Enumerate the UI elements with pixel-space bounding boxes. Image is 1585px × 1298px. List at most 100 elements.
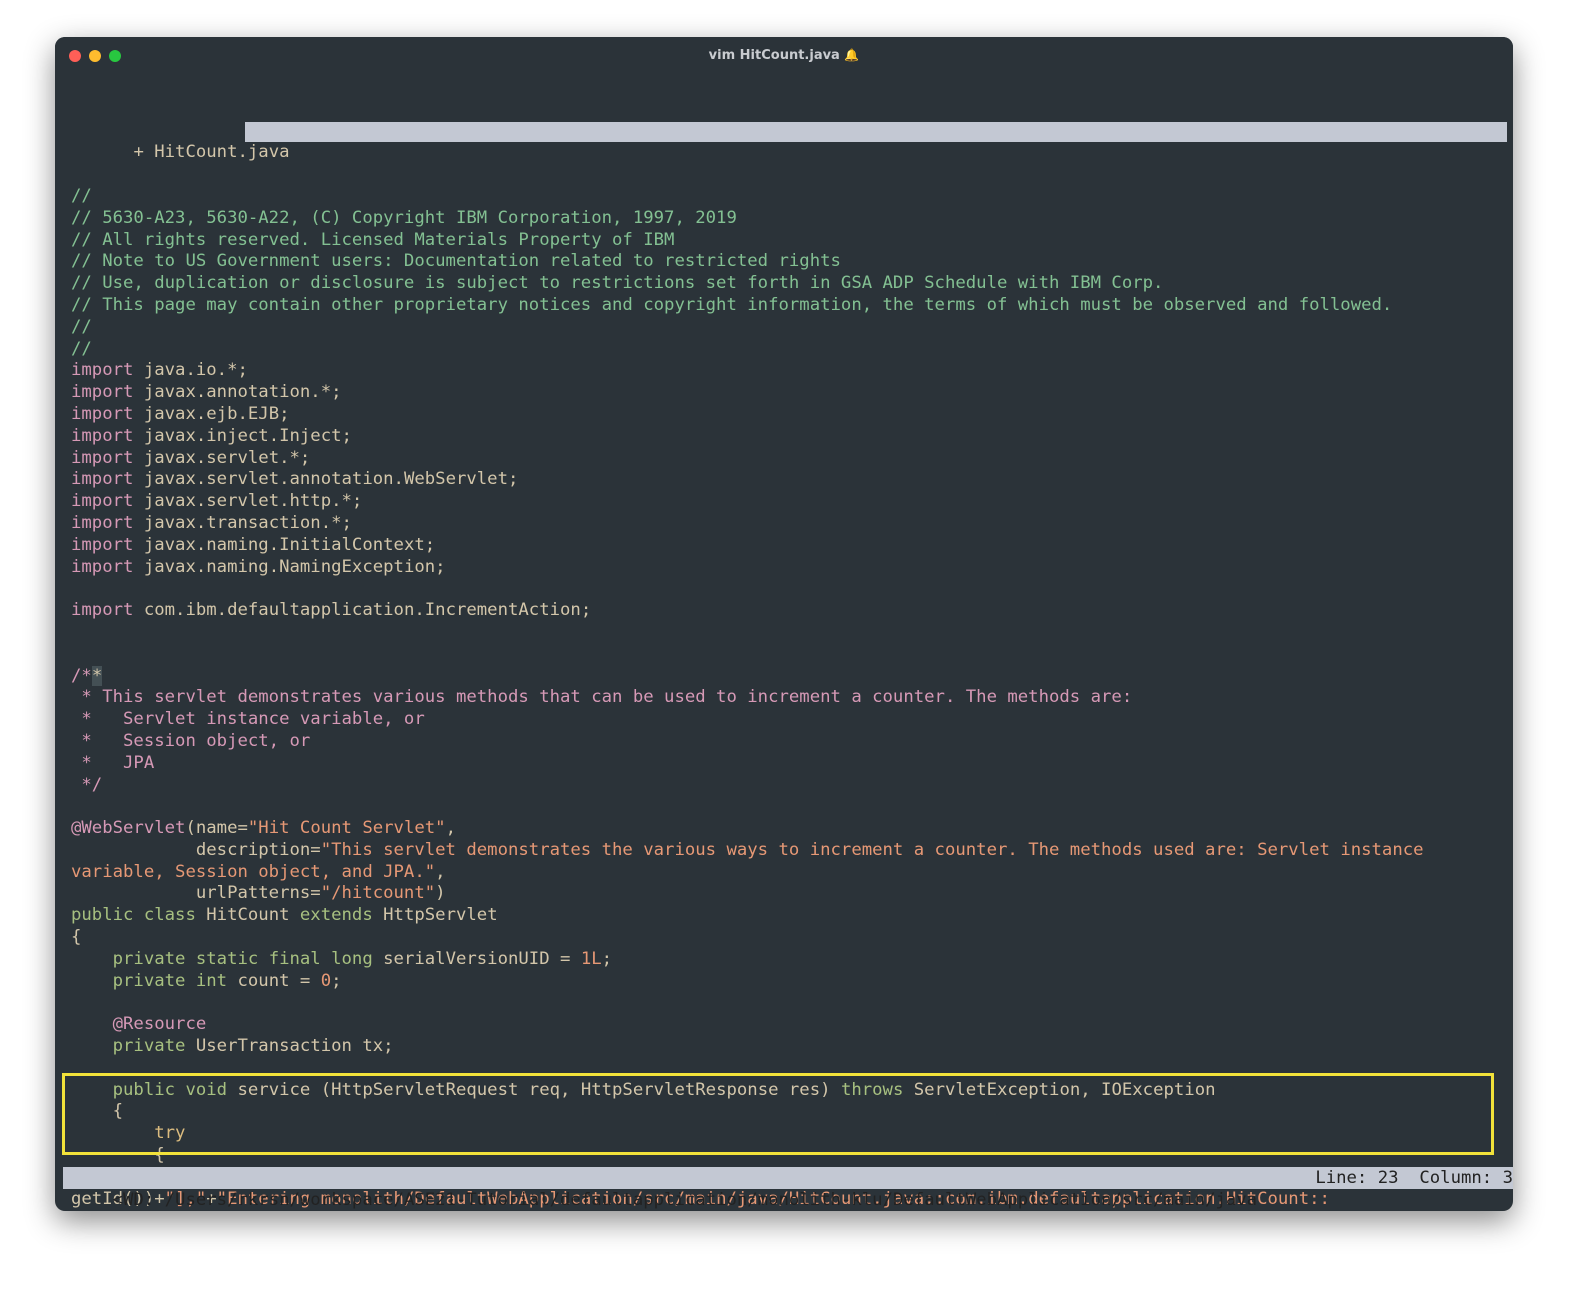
code-token: private <box>112 1036 186 1057</box>
code-token: "/hitcount" <box>320 883 436 904</box>
code-line: import javax.servlet.*; <box>71 448 1507 470</box>
terminal-window: vim HitCount.java 🔔 + HitCount.java ////… <box>55 37 1513 1211</box>
code-line: @Resource <box>71 1014 1507 1036</box>
code-token: , <box>445 818 456 839</box>
code-token: private static final long <box>112 948 373 969</box>
vim-editor[interactable]: + HitCount.java //// 5630-A23, 5630-A22,… <box>71 77 1507 1211</box>
code-token: (name= <box>185 818 248 839</box>
code-token: extends <box>299 905 373 926</box>
code-line: */ <box>71 775 1507 797</box>
code-token: javax.ejb.EJB; <box>133 403 290 424</box>
code-token: * Session object, or <box>71 730 311 751</box>
code-token: // All rights reserved. Licensed Materia… <box>71 229 675 250</box>
code-token: ; <box>331 970 342 991</box>
code-line: // Note to US Government users: Document… <box>71 251 1507 273</box>
code-token: import <box>71 534 134 555</box>
code-line: import javax.servlet.annotation.WebServl… <box>71 469 1507 491</box>
code-token: description= <box>71 839 321 860</box>
code-token: */ <box>71 774 103 795</box>
status-line: <WD: /Users/rkrsn/workspace/ASE21-Tutori… <box>63 1167 1513 1210</box>
code-line: import javax.inject.Inject; <box>71 426 1507 448</box>
code-token: ; <box>601 948 613 969</box>
code-token: @Resource <box>112 1014 207 1035</box>
code-token: HitCount <box>195 905 300 926</box>
code-line: // 5630-A23, 5630-A22, (C) Copyright IBM… <box>71 208 1507 230</box>
code-token: import <box>71 403 134 424</box>
code-token: @WebServlet <box>71 818 186 839</box>
code-token: // <box>71 185 92 206</box>
code-line: // All rights reserved. Licensed Materia… <box>71 230 1507 252</box>
code-line: variable, Session object, and JPA.", <box>71 862 1507 884</box>
code-token: variable, Session object, and JPA." <box>71 861 436 882</box>
code-line: /** <box>71 665 1507 688</box>
code-token: import <box>71 360 134 381</box>
code-token: import <box>71 600 134 621</box>
code-token: javax.inject.Inject; <box>133 425 352 446</box>
code-token: javax.servlet.*; <box>133 447 311 468</box>
code-token: urlPatterns= <box>71 883 321 904</box>
tab-line-fill <box>245 121 1507 142</box>
code-token: * JPA <box>71 752 155 773</box>
code-line: // <box>71 317 1507 339</box>
code-token: java.io.*; <box>133 360 248 381</box>
code-line: import javax.servlet.http.*; <box>71 491 1507 513</box>
code-token: // Use, duplication or disclosure is sub… <box>71 273 1164 294</box>
code-token: javax.naming.NamingException; <box>133 556 446 577</box>
code-line: import javax.transaction.*; <box>71 513 1507 535</box>
code-line: * Servlet instance variable, or <box>71 709 1507 731</box>
code-line: import java.io.*; <box>71 360 1507 382</box>
code-token: import <box>71 469 134 490</box>
tab-current-file[interactable]: + HitCount.java <box>133 142 290 163</box>
code-line: // This page may contain other proprieta… <box>71 295 1507 317</box>
window-title-text: vim HitCount.java <box>708 48 840 63</box>
code-line: // Use, duplication or disclosure is sub… <box>71 273 1507 295</box>
working-directory: <WD: /Users/rkrsn/workspace/ASE21-Tutori… <box>112 1190 1258 1210</box>
tab-line: + HitCount.java <box>71 121 1507 163</box>
code-token: // Note to US Government users: Document… <box>71 251 841 272</box>
cursor-position: Line: 23 Column: 3 <box>1315 1168 1513 1188</box>
code-token: import <box>71 512 134 533</box>
code-token: javax.transaction.*; <box>133 512 352 533</box>
code-line: public class HitCount extends HttpServle… <box>71 905 1507 927</box>
code-token: * Servlet instance variable, or <box>71 709 425 730</box>
code-token: import <box>71 425 134 446</box>
code-buffer[interactable]: //// 5630-A23, 5630-A22, (C) Copyright I… <box>71 186 1507 1211</box>
highlight-box <box>62 1073 1494 1155</box>
code-line: urlPatterns="/hitcount") <box>71 883 1507 905</box>
code-line: private UserTransaction tx; <box>71 1036 1507 1058</box>
code-line: private int count = 0; <box>71 971 1507 993</box>
code-line: import javax.naming.InitialContext; <box>71 535 1507 557</box>
code-line: private static final long serialVersionU… <box>71 949 1507 971</box>
window-title: vim HitCount.java 🔔 <box>55 48 1513 63</box>
code-line: * This servlet demonstrates various meth… <box>71 687 1507 709</box>
code-token: private int <box>112 970 228 991</box>
code-token: import <box>71 447 134 468</box>
code-token: // <box>71 316 92 337</box>
code-line: description="This servlet demonstrates t… <box>71 840 1507 862</box>
code-line: import javax.naming.NamingException; <box>71 557 1507 579</box>
bell-icon: 🔔 <box>844 48 860 62</box>
code-line: import com.ibm.defaultapplication.Increm… <box>71 600 1507 622</box>
code-line: import javax.ejb.EJB; <box>71 404 1507 426</box>
title-bar: vim HitCount.java 🔔 <box>55 37 1513 77</box>
code-line: import javax.annotation.*; <box>71 382 1507 404</box>
code-token: javax.servlet.http.*; <box>133 491 363 512</box>
code-token: 1L <box>580 948 602 969</box>
code-token: count = <box>227 970 321 991</box>
code-token: import <box>71 491 134 512</box>
code-token: import <box>71 556 134 577</box>
code-token: public class <box>71 905 196 926</box>
code-token: "This servlet demonstrates the various w… <box>320 839 1424 860</box>
text-cursor: * <box>91 665 103 686</box>
code-line: * JPA <box>71 753 1507 775</box>
code-token: serialVersionUID = <box>372 948 581 969</box>
code-line: // <box>71 339 1507 361</box>
